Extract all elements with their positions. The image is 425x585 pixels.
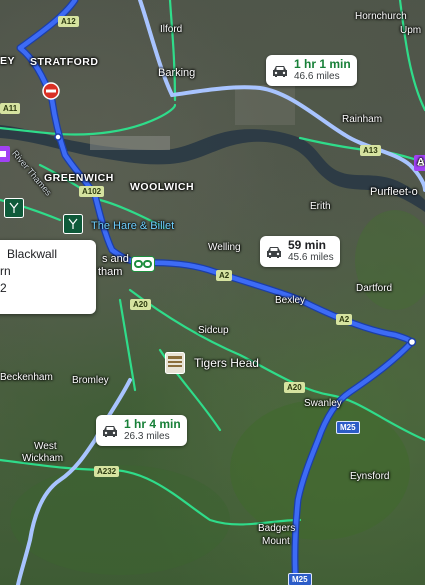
road-a13 xyxy=(0,103,177,136)
pub-marker-icon[interactable] xyxy=(63,214,83,234)
route-time-alt-north: 1 hr 1 min xyxy=(294,57,351,71)
place-welling: Welling xyxy=(208,242,241,253)
dock-area xyxy=(90,136,170,150)
road-north xyxy=(168,0,177,102)
route-time-alt-south: 1 hr 4 min xyxy=(124,417,181,431)
place-beckenham: Beckenham xyxy=(0,372,53,383)
place-erith: Erith xyxy=(310,201,331,212)
place-woolwich: WOOLWICH xyxy=(130,181,195,193)
place-west-wickham-line1: West xyxy=(34,441,57,452)
road-a21 xyxy=(118,298,137,392)
place-purfleet: Purfleet-o xyxy=(370,186,418,198)
road-shield-a102: A102 xyxy=(79,186,105,197)
route-callout-alt-south[interactable]: 1 hr 4 min 26.3 miles xyxy=(96,415,187,446)
green-area xyxy=(230,400,410,540)
place-stratford: STRATFORD xyxy=(30,56,99,68)
info-card-line1: Blackwall xyxy=(7,247,58,261)
industrial-area xyxy=(235,85,295,125)
route-link-icon[interactable] xyxy=(131,256,155,272)
place-rainham: Rainham xyxy=(342,114,383,125)
place-hornchurch: Hornchurch xyxy=(355,11,407,22)
route-distance-alt-north: 46.6 miles xyxy=(294,71,340,82)
green-area xyxy=(10,465,230,575)
road-shield-a11: A11 xyxy=(0,103,21,114)
no-entry-icon[interactable] xyxy=(42,82,60,100)
place-eynsford: Eynsford xyxy=(350,471,390,482)
route-time-selected: 59 min xyxy=(288,238,327,252)
car-icon xyxy=(267,246,281,258)
road-shield-a232: A232 xyxy=(94,466,120,477)
green-area xyxy=(355,210,425,310)
place-left-edge: EY xyxy=(0,55,16,67)
route-node-icon xyxy=(407,337,417,347)
place-swanley: Swanley xyxy=(304,398,342,409)
map-view[interactable]: EY STRATFORD Ilford Barking Hornchurch U… xyxy=(0,0,425,585)
route-distance-alt-south: 26.3 miles xyxy=(124,431,170,442)
route-distance-selected: 45.6 miles xyxy=(288,252,334,263)
route-callout-alt-north[interactable]: 1 hr 1 min 46.6 miles xyxy=(266,55,357,86)
route-callout-selected[interactable]: 59 min 45.6 miles xyxy=(260,236,340,267)
place-bromley: Bromley xyxy=(72,375,109,386)
poi-hare-billet[interactable]: The Hare & Billet xyxy=(91,220,174,232)
road-shield-m25-1: M25 xyxy=(336,421,360,434)
place-partial-tham: tham xyxy=(98,266,123,278)
place-badgers-line2: Mount xyxy=(262,536,290,547)
poi-tigers-head[interactable]: Tigers Head xyxy=(194,356,259,370)
road-shield-a20-2: A20 xyxy=(284,382,305,393)
tigers-head-marker-icon[interactable] xyxy=(165,352,185,374)
place-ilford: Ilford xyxy=(160,24,183,35)
car-icon xyxy=(273,65,287,77)
place-info-card[interactable]: Blackwall rn 2 xyxy=(0,240,96,314)
road-shield-m25-2: M25 xyxy=(288,573,312,585)
route-node-icon xyxy=(54,133,62,141)
place-right-edge: A xyxy=(417,156,425,168)
road-shield-a2-1: A2 xyxy=(216,270,233,281)
place-bexley: Bexley xyxy=(275,295,306,306)
place-partial-and: s and xyxy=(102,253,129,265)
place-sidcup: Sidcup xyxy=(198,325,229,336)
road-shield-a13: A13 xyxy=(360,145,381,156)
river-thames-water xyxy=(0,125,425,212)
attraction-marker-icon[interactable] xyxy=(0,146,10,162)
place-greenwich: GREENWICH xyxy=(44,172,114,184)
place-badgers-line1: Badgers xyxy=(258,523,296,534)
place-west-wickham-line2: Wickham xyxy=(22,453,64,464)
info-card-line3: 2 xyxy=(0,281,7,295)
car-icon xyxy=(103,425,117,437)
restaurant-marker-icon[interactable] xyxy=(4,198,24,218)
road-shield-a12: A12 xyxy=(58,16,79,27)
place-dartford: Dartford xyxy=(356,283,393,294)
info-card-line2: rn xyxy=(0,264,11,278)
road-shield-a2-2: A2 xyxy=(336,314,353,325)
road-shield-a20-1: A20 xyxy=(130,299,151,310)
place-barking: Barking xyxy=(158,67,196,79)
place-upminster: Upm xyxy=(400,25,422,36)
